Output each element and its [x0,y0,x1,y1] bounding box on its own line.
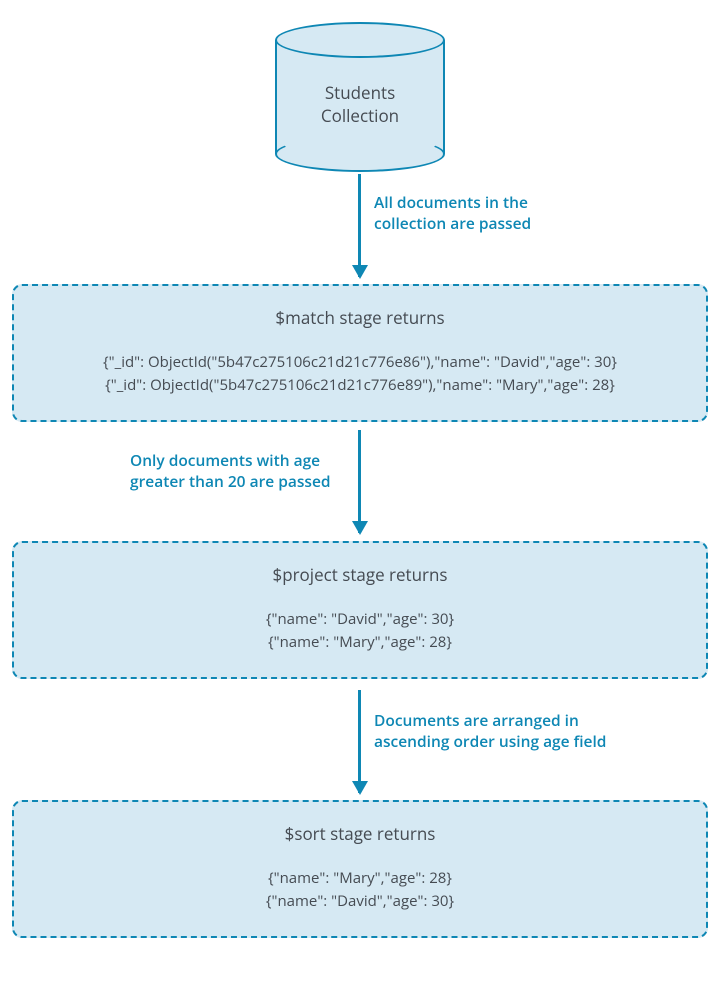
project-stage-box: $project stage returns {"name": "David",… [12,541,708,679]
arrow-down-icon [358,174,361,277]
sort-stage-title: $sort stage returns [24,822,696,845]
arrow-down-icon [358,690,361,793]
arrow-label-1: All documents in the collection are pass… [374,192,604,234]
match-stage-box: $match stage returns {"_id": ObjectId("5… [12,284,708,422]
arrow-label-3: Documents are arranged in ascending orde… [374,710,644,752]
cylinder-label-line2: Collection [321,104,399,127]
cylinder-label-line1: Students [325,81,395,104]
arrow-down-icon [358,430,361,533]
match-stage-title: $match stage returns [24,306,696,329]
match-stage-doc-2: {"_id": ObjectId("5b47c275106c21d21c776e… [24,374,696,397]
cylinder-bottom [275,136,445,172]
cylinder-label: Students Collection [275,82,445,128]
sort-stage-doc-1: {"name": "Mary","age": 28} [24,867,696,890]
project-stage-title: $project stage returns [24,563,696,586]
cylinder-top [275,22,445,58]
project-stage-doc-1: {"name": "David","age": 30} [24,608,696,631]
students-collection-cylinder: Students Collection [275,22,445,172]
match-stage-doc-1: {"_id": ObjectId("5b47c275106c21d21c776e… [24,351,696,374]
project-stage-doc-2: {"name": "Mary","age": 28} [24,631,696,654]
sort-stage-doc-2: {"name": "David","age": 30} [24,890,696,913]
sort-stage-box: $sort stage returns {"name": "Mary","age… [12,800,708,938]
arrow-label-2: Only documents with age greater than 20 … [130,450,342,492]
